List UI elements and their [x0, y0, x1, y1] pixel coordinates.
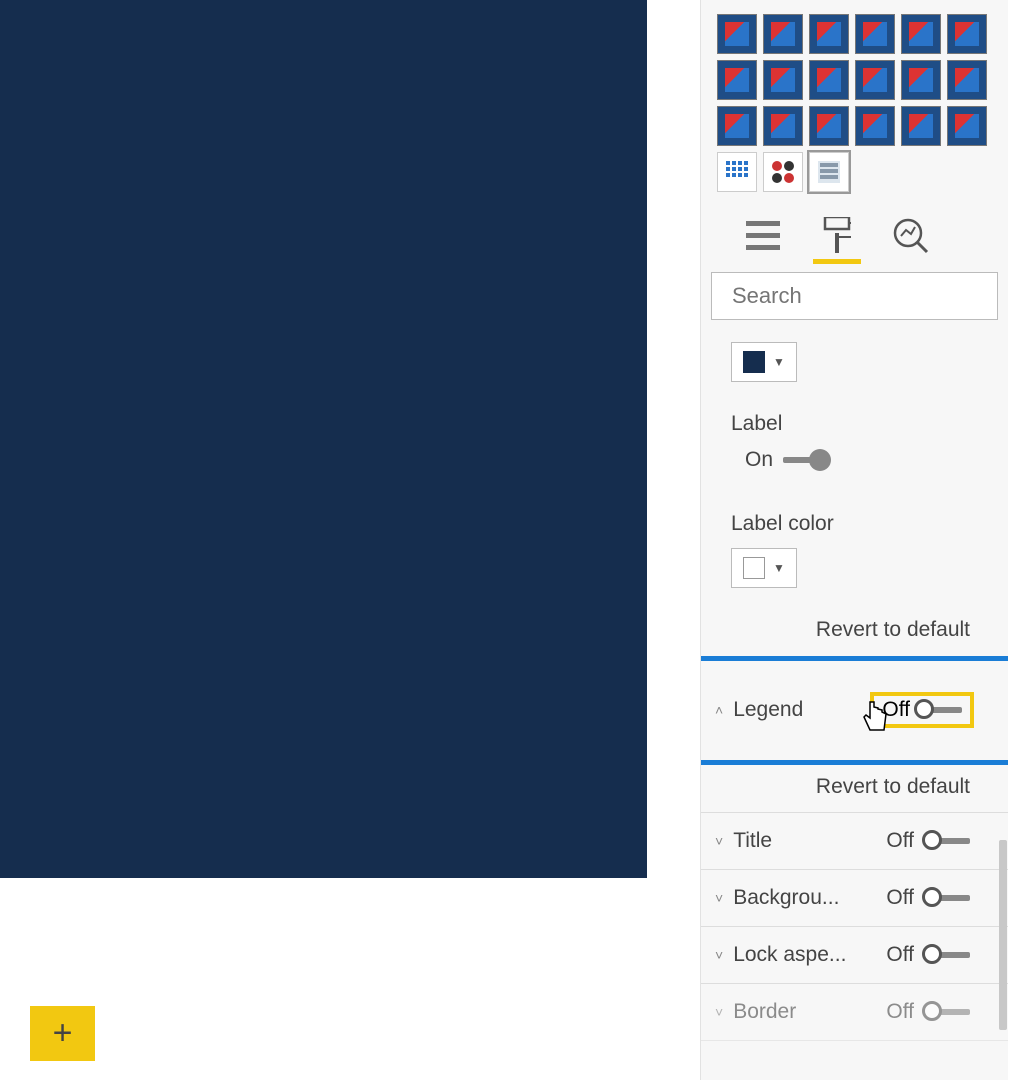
- format-tab[interactable]: [817, 216, 857, 256]
- search-field[interactable]: [732, 283, 1008, 309]
- viz-type-matrix-icon[interactable]: [717, 152, 757, 192]
- chevron-down-icon: ˅: [715, 890, 723, 906]
- section-title: Title: [733, 829, 772, 853]
- viz-type-icon[interactable]: [763, 106, 803, 146]
- legend-section-highlight: ˄ Legend Off: [700, 656, 1008, 765]
- viz-type-icon[interactable]: [855, 106, 895, 146]
- toggle-state-text: Off: [882, 698, 910, 722]
- background-toggle[interactable]: Off: [886, 886, 970, 910]
- fields-tab[interactable]: [743, 216, 783, 256]
- color-swatch: [743, 351, 765, 373]
- toggle-state-text: Off: [886, 829, 914, 853]
- scroll-thumb[interactable]: [999, 840, 1007, 1030]
- label-color-picker[interactable]: ▼: [731, 548, 797, 588]
- chevron-down-icon: ˅: [715, 1004, 723, 1020]
- chevron-down-icon: ˅: [715, 833, 723, 849]
- paint-roller-icon: [823, 217, 851, 255]
- fields-icon: [746, 221, 780, 251]
- report-canvas[interactable]: [0, 0, 647, 878]
- label-title: Label: [731, 412, 978, 436]
- viz-type-icon[interactable]: [717, 60, 757, 100]
- section-title: Border: [733, 1000, 796, 1024]
- viz-type-icon[interactable]: [809, 14, 849, 54]
- legend-toggle[interactable]: Off: [874, 696, 970, 724]
- section-title: Legend: [733, 698, 803, 722]
- add-page-button[interactable]: +: [30, 1006, 95, 1061]
- scrollbar[interactable]: [996, 0, 1008, 1080]
- viz-type-icon[interactable]: [947, 106, 987, 146]
- section-title: Lock aspe...: [733, 943, 846, 967]
- chevron-up-icon: ˄: [715, 702, 723, 718]
- viz-type-icon[interactable]: [901, 60, 941, 100]
- magnifier-chart-icon: [893, 218, 929, 254]
- lock-aspect-section[interactable]: ˅ Lock aspe... Off: [701, 926, 1008, 984]
- chevron-down-icon: ▼: [773, 561, 785, 575]
- viz-type-icon[interactable]: [901, 106, 941, 146]
- border-section[interactable]: ˅ Border Off: [701, 983, 1008, 1041]
- viz-type-icon[interactable]: [947, 14, 987, 54]
- revert-to-default-link[interactable]: Revert to default: [701, 608, 1008, 656]
- viz-type-icon[interactable]: [901, 14, 941, 54]
- chevron-down-icon: ˅: [715, 947, 723, 963]
- viz-type-icon[interactable]: [809, 106, 849, 146]
- format-properties: ▼ Label On Label color ▼ Revert to defau…: [701, 320, 1008, 1041]
- toggle-state-text: Off: [886, 1000, 914, 1024]
- visualizations-panel: ▼ Label On Label color ▼ Revert to defau…: [700, 0, 1008, 1080]
- viz-type-icon[interactable]: [717, 14, 757, 54]
- viz-type-icon[interactable]: [855, 60, 895, 100]
- background-section[interactable]: ˅ Backgrou... Off: [701, 869, 1008, 927]
- viz-type-icon[interactable]: [763, 14, 803, 54]
- lock-aspect-toggle[interactable]: Off: [886, 943, 970, 967]
- search-input[interactable]: [711, 272, 998, 320]
- viz-type-icon[interactable]: [809, 60, 849, 100]
- toggle-state-text: Off: [886, 886, 914, 910]
- viz-type-icon[interactable]: [855, 14, 895, 54]
- title-toggle[interactable]: Off: [886, 829, 970, 853]
- color-swatch: [743, 557, 765, 579]
- color-picker[interactable]: ▼: [731, 342, 797, 382]
- legend-section[interactable]: ˄ Legend Off: [701, 680, 1008, 740]
- visualization-type-grid: [701, 0, 1008, 192]
- viz-type-py-icon[interactable]: [809, 152, 849, 192]
- viz-type-r-icon[interactable]: [763, 152, 803, 192]
- viz-type-icon[interactable]: [947, 60, 987, 100]
- label-toggle[interactable]: On: [731, 448, 978, 472]
- plus-icon: +: [53, 1014, 73, 1053]
- panel-tabs: [701, 198, 1008, 256]
- border-toggle[interactable]: Off: [886, 1000, 970, 1024]
- viz-type-icon[interactable]: [763, 60, 803, 100]
- toggle-state-text: Off: [886, 943, 914, 967]
- title-section[interactable]: ˅ Title Off: [701, 812, 1008, 870]
- toggle-state-text: On: [745, 448, 773, 472]
- revert-to-default-link[interactable]: Revert to default: [701, 765, 1008, 813]
- viz-type-icon[interactable]: [717, 106, 757, 146]
- label-color-title: Label color: [731, 512, 978, 536]
- chevron-down-icon: ▼: [773, 355, 785, 369]
- section-title: Backgrou...: [733, 886, 839, 910]
- analytics-tab[interactable]: [891, 216, 931, 256]
